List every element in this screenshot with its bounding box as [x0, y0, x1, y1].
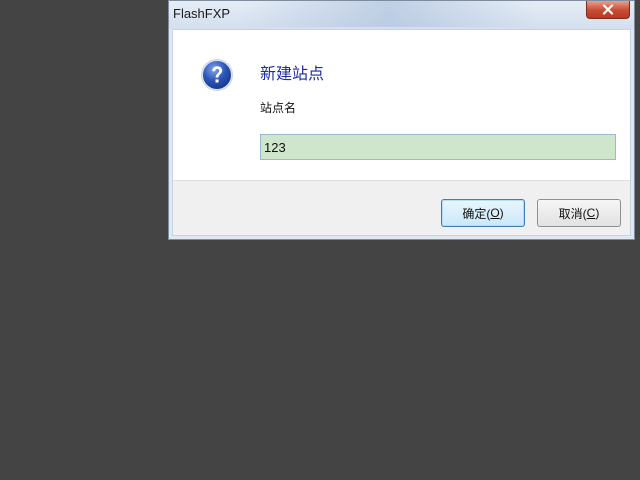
cancel-button[interactable]: 取消(C) — [537, 199, 621, 227]
cancel-button-label: 取消( — [558, 206, 587, 221]
title-bar-glass — [239, 1, 539, 27]
new-site-dialog: FlashFXP 新建站点 站点名 123 确定(O) 取消(C) — [168, 0, 635, 240]
window-title: FlashFXP — [173, 6, 231, 21]
site-name-input[interactable] — [260, 134, 616, 160]
close-icon — [602, 4, 614, 15]
ok-button-suffix: ) — [499, 206, 504, 220]
ok-button[interactable]: 确定(O) — [441, 199, 525, 227]
content-area: 新建站点 站点名 — [173, 30, 630, 180]
desktop: FlashFXP 新建站点 站点名 123 确定(O) 取消(C) — [0, 0, 640, 480]
site-name-label: 站点名 — [260, 101, 297, 115]
ok-button-accelerator: O — [490, 206, 500, 220]
dialog-client: 新建站点 站点名 确定(O) 取消(C) — [172, 29, 631, 236]
question-icon — [201, 59, 233, 91]
cancel-button-suffix: ) — [595, 206, 600, 220]
button-bar: 确定(O) 取消(C) — [173, 180, 630, 235]
title-bar[interactable]: FlashFXP — [169, 1, 634, 29]
main-instruction: 新建站点 — [260, 64, 325, 83]
cancel-button-accelerator: C — [586, 206, 596, 220]
ok-button-label: 确定( — [462, 206, 491, 221]
close-button[interactable] — [586, 1, 630, 19]
